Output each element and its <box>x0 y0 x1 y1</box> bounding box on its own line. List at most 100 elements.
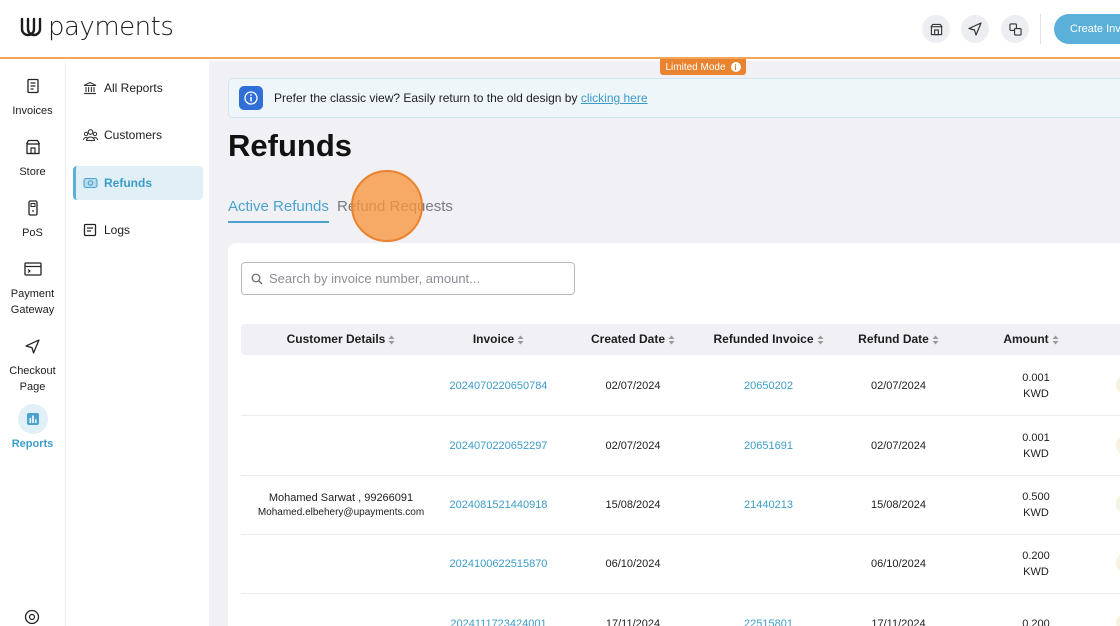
subnav-item-logs[interactable]: Logs <box>73 213 203 247</box>
page-title: Refunds <box>228 128 352 163</box>
column-label: Created Date <box>590 332 666 346</box>
table-row[interactable]: Mohamed Sarwat , 99266091 Mohamed.elbehe… <box>241 475 1120 535</box>
table-row[interactable]: 2024070220652297 02/07/2024 20651691 02/… <box>241 416 1120 476</box>
amount-cell: 0.001 KWD <box>976 416 1096 475</box>
row-action-button[interactable] <box>1116 435 1120 455</box>
send-header-button[interactable] <box>961 15 989 43</box>
amount-value: 0.001 <box>1022 371 1050 384</box>
invoice-link[interactable]: 2024070220650784 <box>441 356 556 415</box>
refunded-invoice-link[interactable]: 21440213 <box>696 475 841 534</box>
invoice-link[interactable]: 2024111723424001 <box>441 594 556 626</box>
reports-subnav: All Reports Customers Refunds Logs <box>65 61 209 626</box>
created-date-cell: 02/07/2024 <box>605 379 661 392</box>
bank-icon <box>82 80 98 96</box>
sort-icon <box>1052 335 1059 345</box>
create-invoice-button[interactable]: Create Invoice <box>1054 14 1120 44</box>
logo-mark-icon <box>20 17 42 37</box>
refund-date-cell: 06/10/2024 <box>870 557 927 570</box>
column-header-created-date[interactable]: Created Date <box>563 324 703 355</box>
top-header: payments Create Invoice <box>0 0 1120 59</box>
row-action-button[interactable] <box>1116 494 1120 514</box>
row-action-button[interactable] <box>1116 613 1120 626</box>
column-label: Refunded Invoice <box>713 332 814 346</box>
refund-date-cell: 02/07/2024 <box>870 439 927 452</box>
rail-label: PoS <box>22 227 43 239</box>
refunded-invoice-link[interactable]: 20651691 <box>696 416 841 475</box>
amount-currency: KWD <box>1023 447 1049 460</box>
send-icon <box>18 331 48 361</box>
amount-value: 0.200 <box>1022 549 1050 562</box>
table-row[interactable]: 2024111723424001 17/11/2024 22515801 17/… <box>241 594 1120 626</box>
payment-gateway-icon <box>18 254 48 284</box>
column-header-invoice[interactable]: Invoice <box>441 324 556 355</box>
classic-view-link[interactable]: clicking here <box>581 91 648 105</box>
column-header-refunded-invoice[interactable]: Refunded Invoice <box>696 324 841 355</box>
customer-details-cell <box>241 594 441 626</box>
column-header-customer-details[interactable]: Customer Details <box>241 324 441 355</box>
rail-item-pos[interactable]: PoS <box>0 193 65 241</box>
refunded-invoice-link[interactable]: 22515801 <box>696 594 841 626</box>
refund-date-cell: 15/08/2024 <box>870 498 927 511</box>
rail-label: Reports <box>11 438 54 450</box>
rail-item-payment-gateway[interactable]: Payment Gateway <box>0 254 65 318</box>
subnav-item-customers[interactable]: Customers <box>73 118 203 152</box>
rail-item-checkout-page[interactable]: Checkout Page <box>0 331 65 395</box>
rail-label: Store <box>19 166 46 178</box>
customers-icon <box>82 127 98 143</box>
amount-cell: 0.500 KWD <box>976 475 1096 534</box>
limited-mode-badge[interactable]: Limited Mode i <box>660 59 746 75</box>
subnav-item-refunds[interactable]: Refunds <box>73 166 203 200</box>
rail-item-invoices[interactable]: Invoices <box>0 71 65 119</box>
rail-label: Checkout Page <box>9 365 56 393</box>
sort-icon <box>817 335 823 345</box>
customer-details-cell <box>241 416 441 475</box>
customer-details-cell <box>241 356 441 415</box>
logo-text: payments <box>48 12 174 42</box>
customer-email: Mohamed.elbehery@upayments.com <box>257 506 425 518</box>
row-action-button[interactable] <box>1116 375 1120 395</box>
translate-icon <box>1008 22 1022 36</box>
sort-icon <box>932 335 939 345</box>
customer-details-cell <box>241 534 441 593</box>
main-rail: Invoices Store PoS Payment Gateway Check… <box>0 61 65 626</box>
rail-item-reports[interactable]: Reports <box>0 404 65 452</box>
table-row[interactable]: 2024100622515870 06/10/2024 06/10/2024 0… <box>241 534 1120 594</box>
upayments-logo[interactable]: payments <box>18 12 174 42</box>
language-header-button[interactable] <box>1001 15 1029 43</box>
refunded-invoice-link[interactable]: 20650202 <box>696 356 841 415</box>
subnav-label: All Reports <box>104 81 163 95</box>
table-row[interactable]: 2024070220650784 02/07/2024 20650202 02/… <box>241 356 1120 416</box>
amount-cell: 0.200 KWD <box>976 534 1096 593</box>
classic-view-banner: Prefer the classic view? Easily return t… <box>228 78 1120 118</box>
amount-cell: 0.200 <box>976 594 1096 626</box>
created-date-cell: 02/07/2024 <box>605 439 661 452</box>
sort-icon <box>517 335 524 345</box>
invoice-link[interactable]: 2024070220652297 <box>441 416 556 475</box>
rail-item-store[interactable]: Store <box>0 132 65 180</box>
column-header-amount[interactable]: Amount <box>976 324 1086 355</box>
banner-text: Prefer the classic view? Easily return t… <box>274 91 578 105</box>
store-header-button[interactable] <box>922 15 950 43</box>
search-box[interactable] <box>241 262 575 295</box>
invoice-link[interactable]: 2024081521440918 <box>441 475 556 534</box>
send-icon <box>968 22 982 36</box>
amount-cell: 0.001 KWD <box>976 356 1096 415</box>
row-action-button[interactable] <box>1116 553 1120 573</box>
column-label: Amount <box>1003 332 1049 346</box>
subnav-label: Refunds <box>104 176 152 190</box>
pos-icon <box>18 193 48 223</box>
column-header-refund-date[interactable]: Refund Date <box>836 324 961 355</box>
info-icon <box>239 86 263 110</box>
refund-icon <box>82 175 98 191</box>
subnav-item-all-reports[interactable]: All Reports <box>73 71 203 105</box>
sort-icon <box>668 335 675 345</box>
amount-currency: KWD <box>1023 506 1049 519</box>
rail-label: Invoices <box>12 105 53 117</box>
refunded-invoice-link[interactable] <box>696 534 841 593</box>
search-input[interactable] <box>269 271 559 286</box>
amount-currency: KWD <box>1023 387 1049 400</box>
tab-active-refunds[interactable]: Active Refunds <box>228 198 329 223</box>
invoice-link[interactable]: 2024100622515870 <box>441 534 556 593</box>
help-icon[interactable] <box>24 609 40 626</box>
search-icon <box>251 273 263 284</box>
